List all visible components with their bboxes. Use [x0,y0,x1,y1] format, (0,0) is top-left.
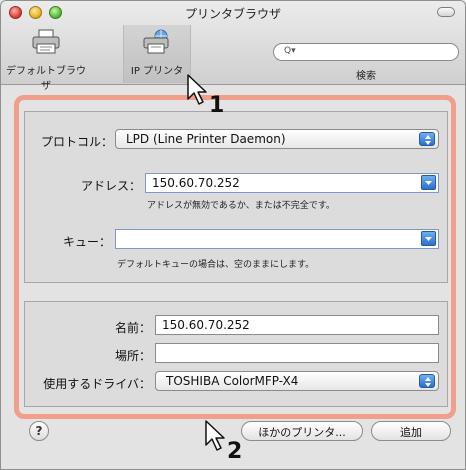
driver-label: 使用するドライバ： [43,377,151,391]
toolbar-toggle-button[interactable] [437,7,455,17]
more-printers-button[interactable]: ほかのプリンタ... [241,421,363,441]
queue-combo-input[interactable] [115,229,439,249]
address-label: アドレス： [80,179,141,193]
chevron-down-icon[interactable] [421,175,436,190]
name-field[interactable]: 150.60.70.252 [155,315,439,335]
printer-browser-window: プリンタブラウザ デフォルトブラウザ IP プリンタ Q▾ 検索 プロトコル： … [0,0,466,470]
tab-default-browser[interactable]: デフォルトブラウザ [5,29,87,92]
tab-ip-printer[interactable]: IP プリンタ [121,29,193,77]
protocol-select[interactable]: LPD (Line Printer Daemon) [115,129,439,149]
location-label: 場所： [114,349,151,363]
mouse-pointer-icon [203,419,229,457]
address-combo-input[interactable]: 150.60.70.252 [145,173,439,193]
address-value: 150.60.70.252 [152,176,240,190]
driver-select[interactable]: TOSHIBA ColorMFP-X4 [155,371,439,391]
queue-hint: デフォルトキューの場合は、空のままにします。 [117,260,315,270]
callout-1: 1 [209,93,225,118]
add-button[interactable]: 追加 [371,421,451,441]
mouse-pointer-icon [185,73,211,111]
window-chrome: プリンタブラウザ デフォルトブラウザ IP プリンタ Q▾ 検索 [1,1,465,92]
queue-label: キュー： [62,235,111,249]
title-bar: プリンタブラウザ [1,1,465,23]
name-label: 名前： [114,321,151,335]
callout-2: 2 [227,439,243,464]
name-value: 150.60.70.252 [162,318,250,332]
tab-default-browser-label: デフォルトブラウザ [6,66,86,92]
tab-ip-printer-label: IP プリンタ [130,66,184,77]
select-arrows-icon [419,374,435,388]
location-field[interactable] [155,343,439,363]
protocol-value: LPD (Line Printer Daemon) [126,132,286,146]
protocol-label: プロトコル： [40,135,113,149]
network-printer-icon [121,29,193,58]
printer-icon [5,29,87,58]
window-title: プリンタブラウザ [184,7,281,21]
select-arrows-icon [419,132,435,146]
chevron-down-icon[interactable] [421,231,436,246]
search-input[interactable]: Q▾ [273,43,459,61]
search-placeholder: Q▾ [284,46,296,56]
search-label: 検索 [356,71,376,82]
help-button[interactable]: ? [29,421,49,441]
driver-value: TOSHIBA ColorMFP-X4 [166,374,299,388]
address-hint: アドレスが無効であるか、または不完全です。 [147,201,335,211]
